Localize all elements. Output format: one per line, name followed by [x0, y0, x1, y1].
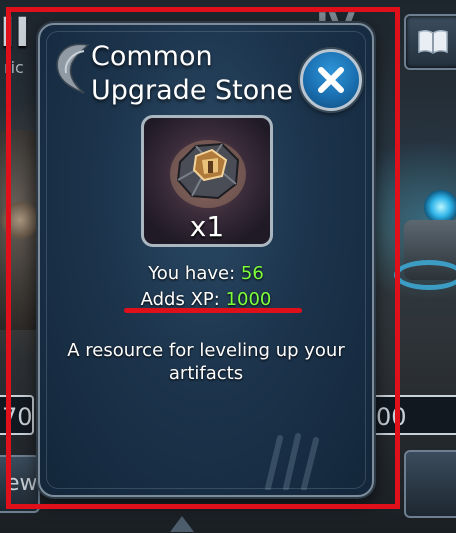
upgrade-stone-icon	[170, 140, 246, 208]
background-tesla-machine	[384, 150, 456, 310]
background-title: II	[0, 10, 30, 56]
background-subtitle: ric	[4, 58, 24, 77]
book-button[interactable]	[404, 14, 456, 70]
close-x-icon	[318, 67, 344, 93]
background-button-right[interactable]	[404, 450, 456, 518]
you-have-line: You have: 56	[40, 263, 372, 284]
close-button[interactable]	[300, 49, 362, 111]
background-value-field-right: 00	[370, 395, 456, 435]
you-have-value: 56	[240, 263, 264, 284]
annotation-underline	[124, 308, 302, 313]
game-screen: II ric IV 70 00 ew Common Upgrade Stone	[0, 0, 456, 533]
item-title: Common Upgrade Stone	[91, 41, 293, 106]
claw-marks-decoration	[265, 433, 319, 490]
adds-xp-value: 1000	[225, 289, 272, 310]
background-view-button[interactable]: ew	[0, 455, 40, 513]
book-icon	[418, 29, 448, 54]
item-quantity: x1	[189, 210, 225, 243]
background-arrow-icon	[170, 516, 194, 532]
item-slot: x1	[141, 115, 273, 247]
item-description: A resource for leveling up your artifact…	[67, 340, 345, 384]
item-info-popup: Common Upgrade Stone x1 You have: 56 Add…	[38, 23, 374, 497]
adds-xp-line: Adds XP: 1000	[40, 289, 372, 310]
you-have-label: You have:	[148, 263, 236, 284]
horn-ornament-icon	[56, 43, 90, 94]
background-value-field-left: 70	[0, 395, 34, 435]
adds-xp-label: Adds XP:	[140, 289, 220, 310]
